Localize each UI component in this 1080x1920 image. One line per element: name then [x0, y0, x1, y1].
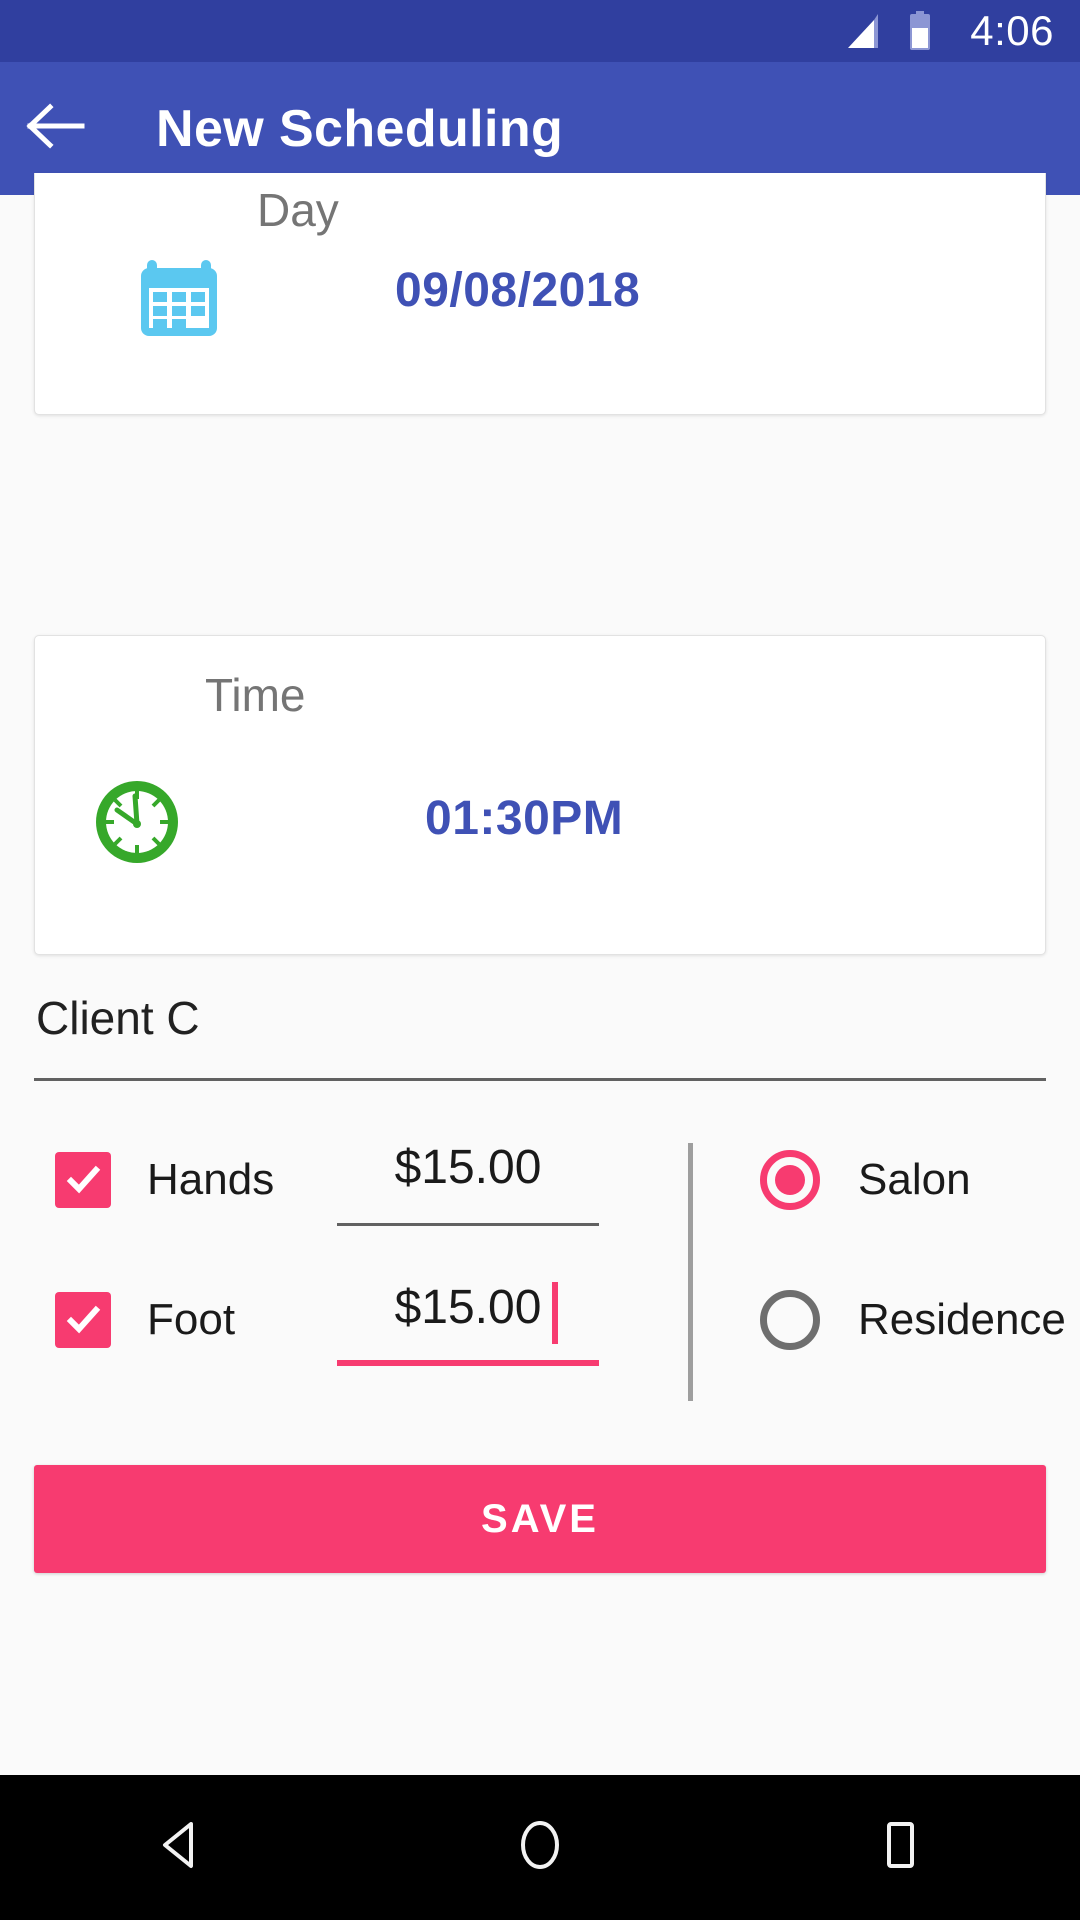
- service-label-foot: Foot: [147, 1295, 236, 1344]
- day-label: Day: [257, 184, 339, 236]
- nav-back-icon: [151, 1816, 209, 1879]
- status-icons: 4:06: [844, 7, 1054, 55]
- service-label-hands: Hands: [147, 1155, 275, 1204]
- calendar-icon: [131, 248, 227, 344]
- checkbox-foot[interactable]: [55, 1292, 111, 1348]
- time-card[interactable]: Time 01:30PM: [34, 635, 1046, 955]
- form-content: Day 09/08/2018 Time 01:30PM Client C Han…: [0, 173, 1080, 1775]
- service-row-hands: Hands $15.00: [55, 1125, 625, 1235]
- price-field-hands[interactable]: $15.00: [337, 1134, 599, 1226]
- client-field[interactable]: Client C: [34, 985, 1046, 1081]
- radio-residence-button[interactable]: [760, 1290, 820, 1350]
- time-value[interactable]: 01:30PM: [425, 791, 623, 846]
- radio-label-residence: Residence: [858, 1295, 1066, 1344]
- day-card[interactable]: Day 09/08/2018: [34, 173, 1046, 415]
- battery-icon: [908, 11, 932, 51]
- radio-option-salon[interactable]: Salon: [760, 1125, 971, 1235]
- radio-option-residence[interactable]: Residence: [760, 1265, 1066, 1375]
- price-underline-hands: [337, 1223, 599, 1226]
- nav-home-button[interactable]: [450, 1775, 630, 1920]
- time-label: Time: [205, 669, 306, 721]
- clock-icon: [91, 776, 183, 868]
- service-row-foot: Foot $15.00: [55, 1265, 625, 1375]
- status-bar-clock: 4:06: [970, 7, 1054, 54]
- radio-label-salon: Salon: [858, 1155, 971, 1204]
- price-field-foot[interactable]: $15.00: [337, 1274, 599, 1366]
- price-input-foot[interactable]: $15.00: [337, 1280, 599, 1335]
- day-value[interactable]: 09/08/2018: [395, 263, 640, 318]
- arrow-back-icon: [24, 101, 86, 156]
- page-title: New Scheduling: [156, 99, 564, 158]
- services-section: Hands $15.00 Foot $15.00 Salon Residence: [0, 1125, 1080, 1425]
- client-input[interactable]: Client C: [36, 991, 200, 1045]
- nav-back-button[interactable]: [90, 1775, 270, 1920]
- signal-bars-icon: [844, 10, 886, 52]
- nav-recents-icon: [871, 1816, 929, 1879]
- phone-screen: 4:06 New Scheduling Day 09/08/2018 Time …: [0, 0, 1080, 1920]
- price-input-hands[interactable]: $15.00: [337, 1140, 599, 1195]
- save-button[interactable]: SAVE: [34, 1465, 1046, 1573]
- price-underline-foot: [337, 1360, 599, 1366]
- nav-recents-button[interactable]: [810, 1775, 990, 1920]
- checkbox-hands[interactable]: [55, 1152, 111, 1208]
- radio-salon-dot: [775, 1165, 805, 1195]
- text-cursor: [552, 1282, 558, 1344]
- nav-home-icon: [511, 1816, 569, 1879]
- radio-salon-button[interactable]: [760, 1150, 820, 1210]
- section-divider: [688, 1143, 693, 1401]
- android-nav-bar: [0, 1775, 1080, 1920]
- status-bar: 4:06: [0, 0, 1080, 62]
- client-underline: [34, 1078, 1046, 1081]
